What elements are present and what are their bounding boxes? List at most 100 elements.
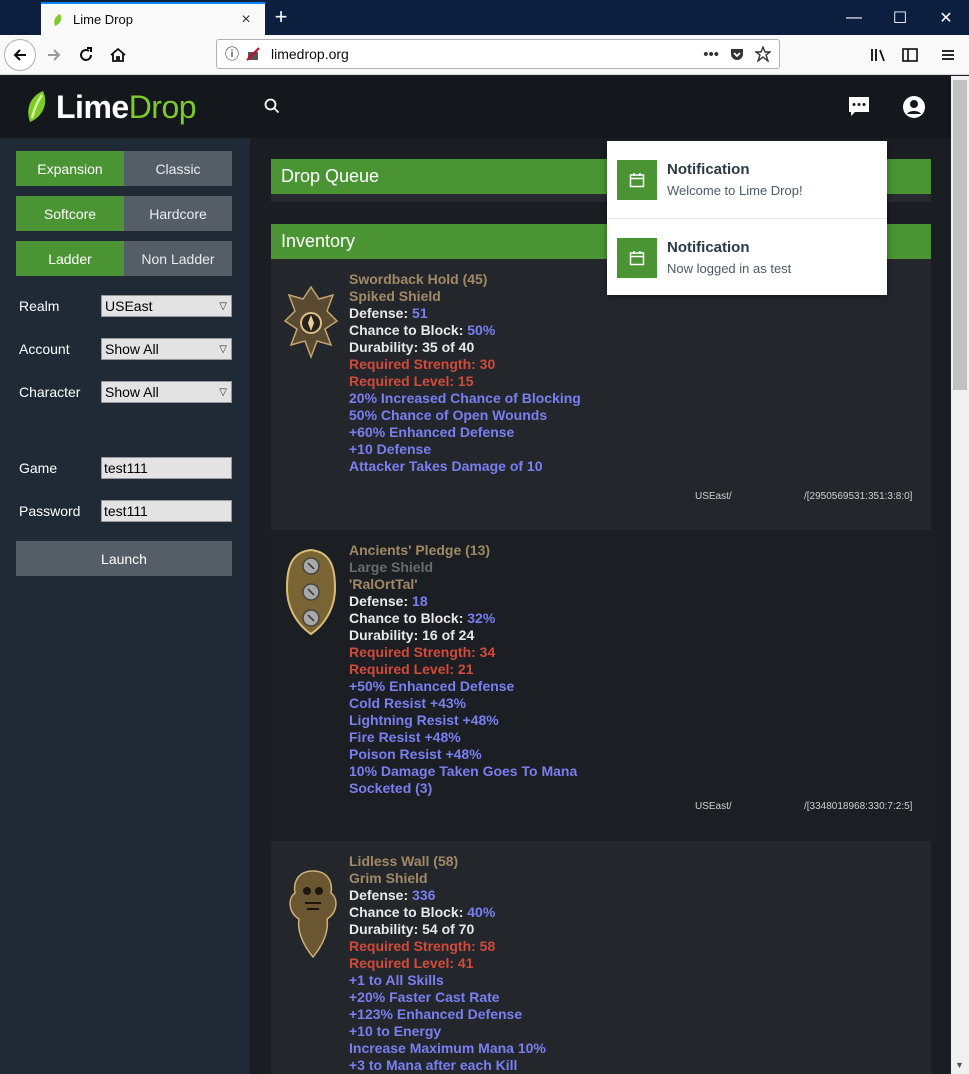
item-stat-line: Lidless Wall (58)	[349, 853, 459, 869]
bookmark-star-icon[interactable]	[755, 46, 771, 62]
realm-value: USEast	[105, 298, 153, 314]
forward-button[interactable]	[38, 39, 70, 71]
realm-select[interactable]: USEast ▽	[101, 295, 232, 317]
character-select[interactable]: Show All ▽	[101, 381, 232, 403]
item-stat-line: Required Level: 41	[349, 955, 474, 971]
large-shield-icon	[285, 548, 337, 636]
home-button[interactable]	[102, 39, 134, 71]
account-label: Account	[19, 341, 70, 357]
url-text[interactable]: limedrop.org	[271, 46, 703, 62]
browser-navbar: ⓘ limedrop.org •••	[0, 35, 969, 75]
item-stat-line: +20% Faster Cast Rate	[349, 989, 500, 1005]
character-row: Character Show All ▽	[19, 381, 233, 403]
non-ladder-button[interactable]: Non Ladder	[124, 241, 232, 276]
item-stat-line: Fire Resist +48%	[349, 729, 461, 745]
item-stat-line: 10% Damage Taken Goes To Mana	[349, 763, 578, 779]
softcore-button[interactable]: Softcore	[16, 196, 124, 231]
ladder-button[interactable]: Ladder	[16, 241, 124, 276]
close-window-button[interactable]: ✕	[923, 0, 969, 35]
item-stat-line: Lightning Resist +48%	[349, 712, 499, 728]
mode-toggle: Expansion Classic	[16, 151, 232, 186]
tab-close-icon[interactable]: ×	[237, 11, 255, 29]
inventory-item-ancients-pledge[interactable]: Ancients' Pledge (13) Large Shield 'RalOrt…	[271, 530, 931, 841]
item-stat-line: +50% Enhanced Defense	[349, 678, 515, 694]
logo[interactable]: LimeDrop	[0, 76, 250, 138]
notification-item[interactable]: Notification Welcome to Lime Drop!	[607, 141, 887, 218]
launch-button[interactable]: Launch	[16, 541, 232, 576]
account-select[interactable]: Show All ▽	[101, 338, 232, 360]
notification-body: Welcome to Lime Drop!	[667, 183, 803, 198]
reload-button[interactable]	[70, 39, 102, 71]
notification-body: Now logged in as test	[667, 261, 792, 276]
account-value: Show All	[105, 341, 159, 357]
character-value: Show All	[105, 384, 159, 400]
maximize-button[interactable]: ☐	[877, 0, 923, 35]
item-stat-line: Durability: 54 of 70	[349, 921, 475, 937]
core-toggle: Softcore Hardcore	[16, 196, 232, 231]
item-stat-line: Required Strength: 30	[349, 356, 496, 372]
item-realm: USEast/	[695, 491, 732, 502]
arrow-left-icon	[13, 49, 26, 61]
menu-button[interactable]	[932, 39, 964, 71]
spiked-shield-icon	[283, 285, 339, 360]
item-stat-line: 20% Increased Chance of Blocking	[349, 390, 581, 406]
pocket-icon[interactable]	[729, 46, 745, 62]
info-icon[interactable]: ⓘ	[225, 44, 239, 64]
hamburger-icon	[942, 50, 954, 60]
item-stat-value: 50%	[467, 322, 496, 338]
notification-title: Notification	[667, 239, 750, 256]
chevron-down-icon: ▽	[219, 386, 227, 398]
item-lines: Swordback Hold (45) Spiked Shield Defense:…	[349, 271, 581, 475]
item-id: /[3348018968:330:7:2:5]	[804, 801, 913, 812]
item-stat-line: Defense: 336	[349, 887, 436, 903]
item-stat-line: +10 Defense	[349, 441, 432, 457]
item-stat-line: +60% Enhanced Defense	[349, 424, 515, 440]
page-actions-icon[interactable]: •••	[703, 46, 719, 63]
scrollbar-thumb[interactable]	[953, 80, 967, 390]
lime-favicon-icon	[54, 13, 62, 26]
url-bar[interactable]: ⓘ limedrop.org •••	[216, 39, 780, 69]
logo-lime: Lime	[56, 88, 129, 125]
item-stat-value: 32%	[467, 610, 496, 626]
topbar	[250, 76, 969, 138]
search-icon[interactable]	[264, 98, 280, 114]
item-stat-line: Attacker Takes Damage of 10	[349, 458, 543, 474]
arrow-right-icon	[48, 49, 61, 61]
calendar-icon	[617, 160, 657, 200]
item-stat-line: 50% Chance of Open Wounds	[349, 407, 548, 423]
realm-row: Realm USEast ▽	[19, 295, 233, 317]
tracking-protection-icon[interactable]	[245, 46, 261, 62]
item-stat-line: Required Strength: 58	[349, 938, 496, 954]
back-button[interactable]	[4, 39, 36, 71]
item-stat-value: 51	[412, 305, 428, 321]
chat-icon[interactable]	[848, 96, 870, 118]
new-tab-button[interactable]: +	[269, 4, 293, 30]
tab-title: Lime Drop	[73, 12, 133, 27]
browser-titlebar: Lime Drop × + — ☐ ✕	[0, 0, 969, 35]
classic-button[interactable]: Classic	[124, 151, 232, 186]
browser-tab[interactable]: Lime Drop ×	[41, 2, 265, 35]
library-button[interactable]	[862, 39, 894, 71]
account-row: Account Show All ▽	[19, 338, 233, 360]
user-account-icon[interactable]	[902, 95, 926, 119]
password-input[interactable]: test111	[101, 500, 232, 522]
password-label: Password	[19, 503, 81, 519]
inventory-item-lidless-wall[interactable]: Lidless Wall (58) Grim Shield Defense: 336…	[271, 841, 931, 1074]
game-input[interactable]: test111	[101, 457, 232, 479]
password-row: Password test111	[19, 500, 233, 522]
item-stat-line: Swordback Hold (45)	[349, 271, 488, 287]
item-stat-line: Required Level: 15	[349, 373, 474, 389]
inventory-item-swordback-hold[interactable]: Swordback Hold (45) Spiked Shield Defense:…	[271, 259, 931, 530]
item-stat-value: 18	[412, 593, 428, 609]
item-stat-line: +123% Enhanced Defense	[349, 1006, 523, 1022]
sidebar-toggle-button[interactable]	[894, 39, 926, 71]
item-stat-line: Chance to Block: 40%	[349, 904, 496, 920]
notification-item[interactable]: Notification Now logged in as test	[607, 219, 887, 296]
item-stat-value: 336	[412, 887, 436, 903]
page-scrollbar[interactable]: ▼	[951, 76, 969, 1074]
minimize-button[interactable]: —	[831, 0, 877, 35]
hardcore-button[interactable]: Hardcore	[124, 196, 232, 231]
expansion-button[interactable]: Expansion	[16, 151, 124, 186]
item-lines: Ancients' Pledge (13) Large Shield 'RalOrt…	[349, 542, 577, 797]
scroll-down-icon[interactable]: ▼	[955, 1060, 964, 1070]
